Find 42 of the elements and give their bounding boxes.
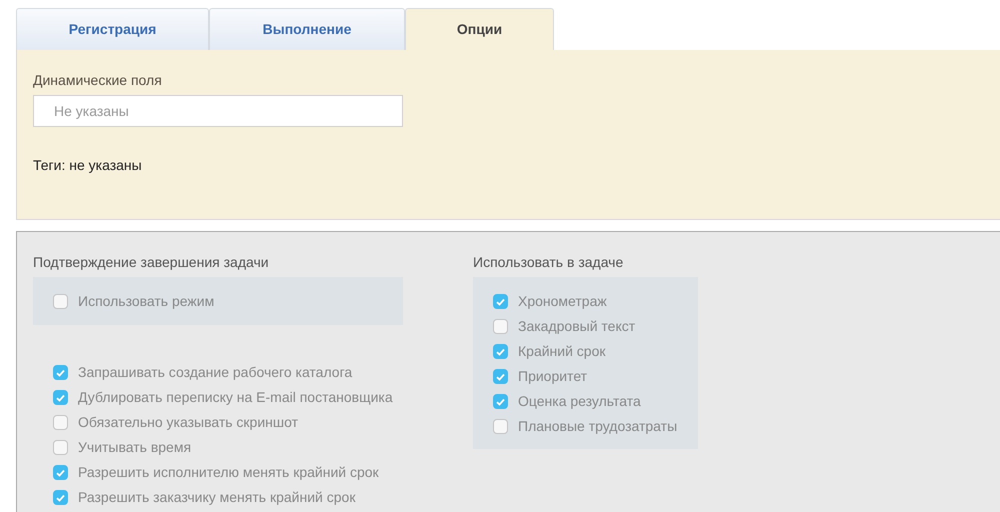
checkbox[interactable]: [53, 440, 68, 455]
check-icon: [56, 368, 65, 376]
check-icon: [496, 348, 505, 356]
check-icon: [496, 398, 505, 406]
checkbox-label: Использовать режим: [78, 292, 214, 311]
checkbox[interactable]: [493, 419, 508, 434]
checkbox[interactable]: [53, 465, 68, 480]
tab[interactable]: Регистрация: [16, 8, 209, 50]
checkbox-label: Запрашивать создание рабочего каталога: [78, 363, 352, 382]
checkbox-label: Плановые трудозатраты: [518, 417, 678, 436]
check-icon: [56, 494, 65, 502]
checkbox[interactable]: [53, 490, 68, 505]
checkbox[interactable]: [493, 344, 508, 359]
checkbox-label: Оценка результата: [518, 392, 641, 411]
tags-text: Теги: не указаны: [33, 156, 143, 175]
checkbox-label: Разрешить заказчику менять крайний срок: [78, 488, 356, 507]
checkbox-label: Приоритет: [518, 367, 588, 386]
tab[interactable]: Опции: [405, 8, 554, 50]
section-title: Использовать в задаче: [473, 253, 624, 272]
check-icon: [496, 372, 505, 380]
check-icon: [496, 298, 505, 306]
input-field[interactable]: Не указаны: [33, 95, 403, 127]
checkbox-label: Учитывать время: [78, 438, 192, 457]
checkbox[interactable]: [53, 390, 68, 405]
checkbox-label: Разрешить исполнителю менять крайний срок: [78, 463, 379, 482]
checkbox[interactable]: [53, 415, 68, 430]
checkbox[interactable]: [493, 369, 508, 384]
checkbox-label: Дублировать переписку на E-mail постановщика: [78, 388, 393, 407]
check-icon: [56, 468, 65, 476]
checkbox[interactable]: [53, 294, 68, 308]
check-icon: [56, 394, 65, 402]
checkbox[interactable]: [493, 394, 508, 409]
checkbox[interactable]: [493, 294, 508, 309]
section-title: Подтверждение завершения задачи: [33, 253, 270, 272]
checkbox[interactable]: [53, 365, 68, 380]
checkbox-label: Хронометраж: [518, 292, 607, 311]
field-label: Динамические поля: [33, 71, 163, 90]
tab[interactable]: Выполнение: [209, 8, 405, 50]
checkbox-label: Обязательно указывать скриншот: [78, 413, 298, 432]
checkbox-label: Закадровый текст: [518, 317, 636, 336]
checkbox[interactable]: [493, 319, 508, 334]
checkbox-label: Крайний срок: [518, 342, 606, 361]
